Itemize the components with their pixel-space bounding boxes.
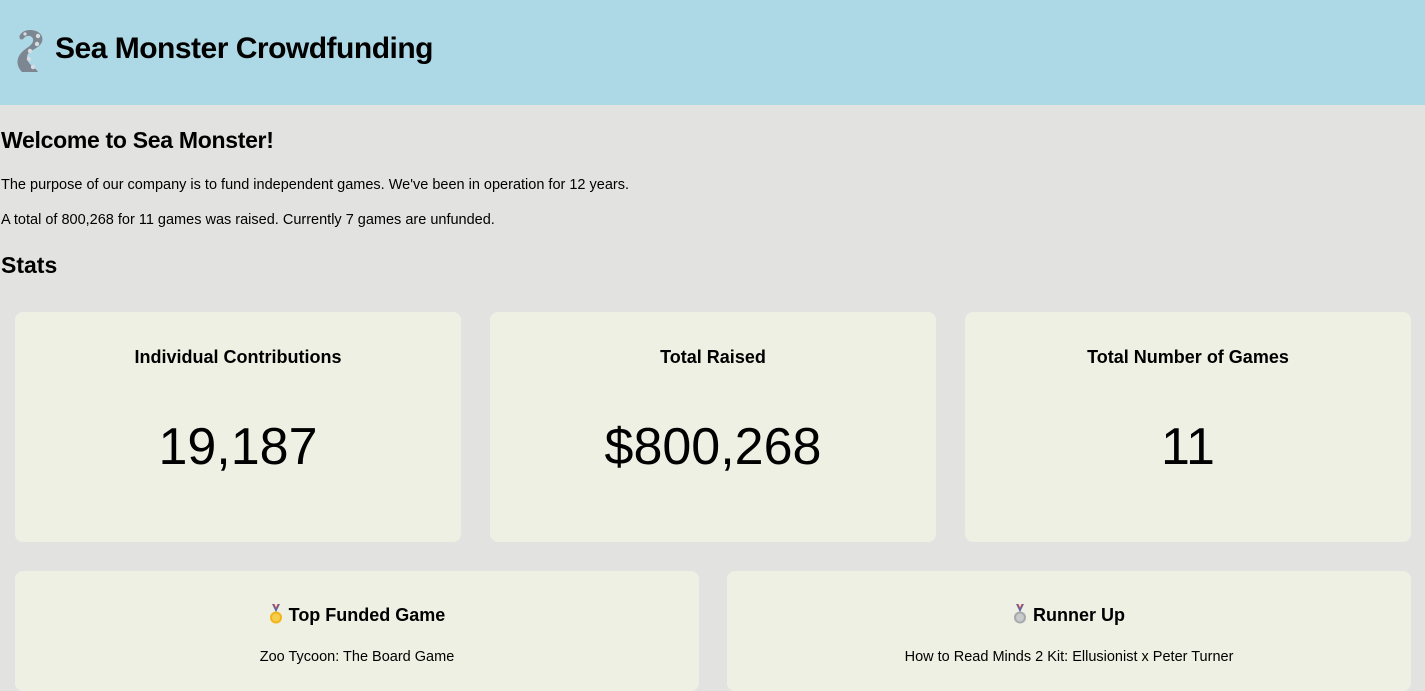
total-raised-label: Total Raised [660,347,766,367]
silver-medal-icon [1014,604,1026,624]
site-header: Sea Monster Crowdfunding [0,0,1425,105]
top-funded-heading: Top Funded Game [15,603,699,627]
total-games-label: Total Number of Games [1087,347,1289,367]
company-description: The purpose of our company is to fund in… [1,177,630,193]
runner-up-label: Runner Up [1033,605,1125,625]
total-games-card: Total Number of Games 11 [965,312,1411,542]
welcome-heading: Welcome to Sea Monster! [1,127,274,153]
contributions-card: Individual Contributions 19,187 [15,312,461,542]
total-raised-card: Total Raised $800,268 [490,312,936,542]
contributions-value: 19,187 [158,418,318,476]
runner-up-game-name: How to Read Minds 2 Kit: Ellusionist x P… [904,649,1234,665]
funding-summary: A total of 800,268 for 11 games was rais… [1,212,495,228]
site-title: Sea Monster Crowdfunding [55,32,434,65]
top-funded-game-name: Zoo Tycoon: The Board Game [259,649,455,665]
total-raised-value: $800,268 [604,418,822,476]
runner-up-card: Runner Up How to Read Minds 2 Kit: Ellus… [727,571,1411,691]
tentacle-icon [17,30,43,72]
total-games-value: 11 [1161,418,1215,476]
contributions-label: Individual Contributions [134,347,342,367]
gold-medal-icon [269,604,282,624]
runner-up-heading: Runner Up [727,603,1411,627]
top-funded-label: Top Funded Game [288,605,446,625]
stats-heading: Stats [1,252,58,278]
top-funded-card: Top Funded Game Zoo Tycoon: The Board Ga… [15,571,699,691]
